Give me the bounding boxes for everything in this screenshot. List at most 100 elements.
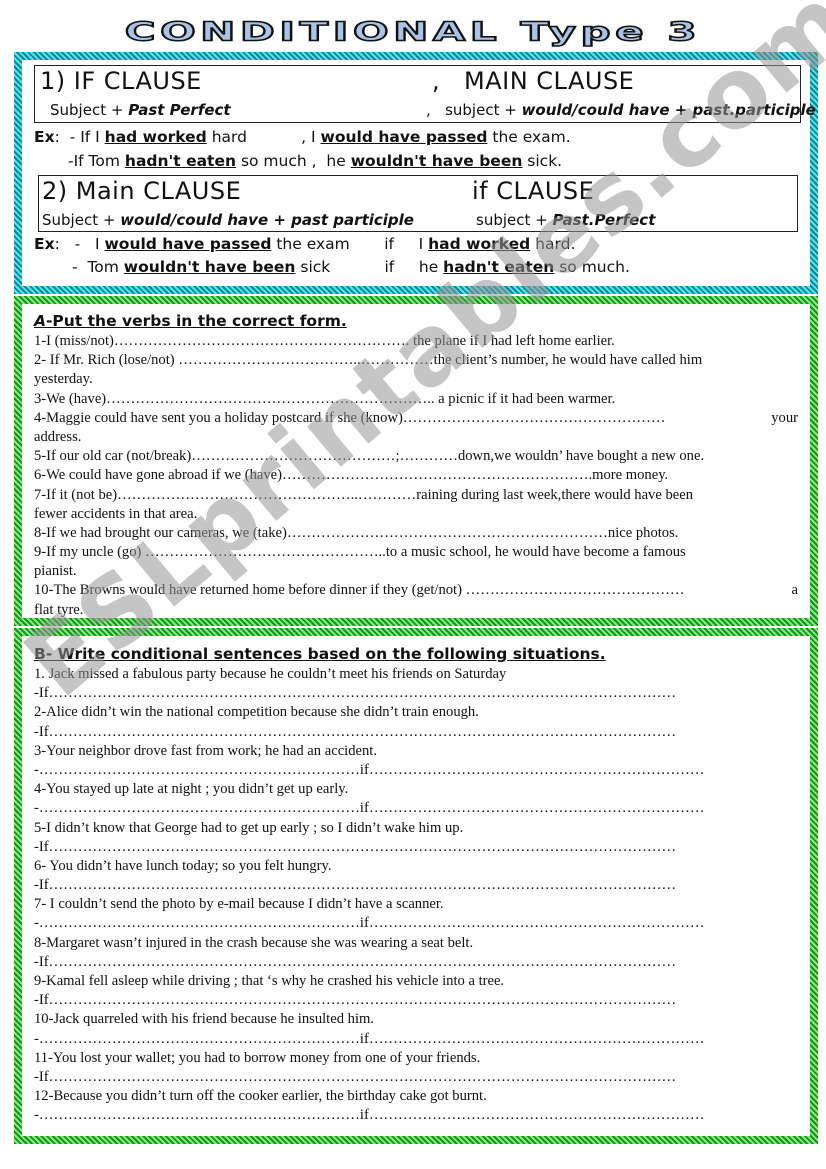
rule-1-comma: , <box>432 67 441 95</box>
exercise-a-line: yesterday. <box>34 370 798 389</box>
exercise-a-line-text: 1-I (miss/not)……………………………………………………. the … <box>34 333 615 349</box>
exercise-a-line: 5-If our old car (not/break)………………………………… <box>34 447 798 466</box>
exercise-b-answer-line[interactable]: -If…………………………………………………………………………………………………… <box>34 876 798 895</box>
rule-2-main-clause-heading: 2) Main CLAUSE <box>42 177 242 205</box>
exercise-a-line: 3-We (have)………………………………………………………….. a pi… <box>34 390 798 409</box>
exercise-a-line: 10-The Browns would have returned home b… <box>34 581 798 600</box>
exercise-b-answer-line[interactable]: -If…………………………………………………………………………………………………… <box>34 684 798 703</box>
exercise-a-line-end: your <box>771 409 798 426</box>
exercise-a-line-text: 6-We could have gone abroad if we (have)… <box>34 467 669 484</box>
example-label: Ex <box>34 235 55 253</box>
exercise-b-prompt: 3-Your neighbor drove fast from work; he… <box>34 742 377 759</box>
exercise-a-line-text: 9-If my uncle (go) …………………………………………..to … <box>34 544 686 561</box>
text: so much , he <box>236 152 351 170</box>
exercise-a-line-text: address. <box>34 428 82 445</box>
exercise-a-instruction: -Put the verbs in the correct form. <box>46 312 347 330</box>
exercise-a-line: 4-Maggie could have sent you a holiday p… <box>34 409 798 428</box>
text: hard. <box>530 235 576 253</box>
exercise-b-prompt: 7- I couldn’t send the photo by e-mail b… <box>34 896 444 913</box>
exercise-b-answer-line[interactable]: -If…………………………………………………………………………………………………… <box>34 953 798 972</box>
verb-highlight: would have passed <box>320 128 488 146</box>
rule-1-main-clause-heading: MAIN CLAUSE <box>464 67 635 95</box>
verb-highlight: would have passed <box>104 235 272 253</box>
rule-1-if-structure: Subject + Past Perfect <box>50 101 231 119</box>
exercise-a-line: address. <box>34 428 798 447</box>
exercise-a-line: fewer accidents in that area. <box>34 505 798 524</box>
exercise-b-prompt: 8-Margaret wasn’t injured in the crash b… <box>34 934 474 951</box>
exercise-b-prompt: 11-You lost your wallet; you had to borr… <box>34 1049 481 1066</box>
exercise-a-lines: 1-I (miss/not)……………………………………………………. the … <box>34 332 798 620</box>
rule-1-main-structure-comma: , <box>426 101 431 119</box>
exercise-b-lines: 1. Jack missed a fabulous party because … <box>34 665 798 1126</box>
exercise-b-prompt: 5-I didn’t know that George had to get u… <box>34 819 464 836</box>
exercise-a-line-text: fewer accidents in that area. <box>34 505 198 522</box>
text: : - I <box>54 235 105 253</box>
exercise-a-line: flat tyre. <box>34 601 798 620</box>
text: so much. <box>554 258 630 276</box>
exercise-a-line: 1-I (miss/not)……………………………………………………. the … <box>34 332 798 351</box>
exercise-b-answer-line[interactable]: -…………………………………………………………if………………………………………… <box>34 1106 798 1125</box>
text: sick. <box>522 152 563 170</box>
verb-highlight: hadn't eaten <box>124 152 237 170</box>
rule-1-if-structure-tense: Past Perfect <box>128 101 231 119</box>
rule-1-if-clause-heading: 1) IF CLAUSE <box>40 67 202 95</box>
exercise-b-answer-line[interactable]: -If…………………………………………………………………………………………………… <box>34 991 798 1010</box>
example-2-line-1: Ex: - I would have passed the exam if I … <box>34 235 575 253</box>
exercise-a-line-text: 10-The Browns would have returned home b… <box>34 582 685 599</box>
verb-highlight: hadn't eaten <box>443 258 555 276</box>
example-label: Ex <box>34 128 55 146</box>
exercise-a-line-text: 8-If we had brought our cameras, we (tak… <box>34 524 679 541</box>
rule-2-if-structure-plain: subject + <box>476 211 553 229</box>
exercise-b-prompt: 12-Because you didn’t turn off the cooke… <box>34 1088 487 1105</box>
exercise-a-line-text: 3-We (have)………………………………………………………….. a pi… <box>34 390 616 407</box>
exercise-a-title: A-Put the verbs in the correct form. <box>34 312 347 330</box>
text: : - If I <box>54 128 105 146</box>
rule-2-main-structure: Subject + would/could have + past partic… <box>42 211 414 229</box>
rule-2-if-structure-tense: Past.Perfect <box>552 211 656 229</box>
exercise-b-answer-line[interactable]: -If…………………………………………………………………………………………………… <box>34 723 798 742</box>
exercise-b-answer-line[interactable]: -…………………………………………………………if………………………………………… <box>34 761 798 780</box>
rule-2-if-structure: subject + Past.Perfect <box>476 211 655 229</box>
rule-1-main-structure-tense: would/could have + past.participle <box>521 101 816 119</box>
example-1-line-2: -If Tom hadn't eaten so much , he wouldn… <box>68 152 562 170</box>
text: - Tom <box>72 258 124 276</box>
example-1-line-1: Ex: - If I had worked hard , I would hav… <box>34 128 571 146</box>
exercise-a-line-text: 7-If it (not be)…………………………………………..…………ra… <box>34 486 694 503</box>
rule-1-main-structure-plain: subject + <box>445 101 522 119</box>
exercise-b-prompt: 10-Jack quarreled with his friend becaus… <box>34 1011 375 1028</box>
exercise-a-line: 7-If it (not be)…………………………………………..…………ra… <box>34 486 798 505</box>
exercise-b-answer-line[interactable]: -…………………………………………………………if………………………………………… <box>34 1030 798 1049</box>
worksheet-title-wrap: CONDITIONAL Type 3 <box>0 14 826 54</box>
exercise-b-prompt: 4-You stayed up late at night ; you didn… <box>34 781 349 798</box>
verb-highlight: wouldn't have been <box>350 152 523 170</box>
exercise-b-prompt: 9-Kamal fell asleep while driving ; that… <box>34 973 505 989</box>
exercise-a-line: 8-If we had brought our cameras, we (tak… <box>34 524 798 543</box>
verb-highlight: had worked <box>104 128 207 146</box>
exercise-a-line-text: 5-If our old car (not/break)………………………………… <box>34 448 705 465</box>
text: -If Tom <box>68 152 125 170</box>
exercise-a-letter: A <box>34 312 46 330</box>
rule-1-if-structure-plain: Subject + <box>50 101 129 119</box>
exercise-a-line: 6-We could have gone abroad if we (have)… <box>34 466 798 485</box>
exercise-b-prompt: 1. Jack missed a fabulous party because … <box>34 666 507 682</box>
text: hard , I <box>206 128 321 146</box>
rule-2-if-clause-heading: if CLAUSE <box>472 177 595 205</box>
rule-2-main-structure-tense: would/could have + past participle <box>120 211 414 229</box>
text: sick if he <box>295 258 444 276</box>
text: the exam. <box>487 128 571 146</box>
exercise-a-line-text: 4-Maggie could have sent you a holiday p… <box>34 409 666 426</box>
exercise-b-answer-line[interactable]: -…………………………………………………………if………………………………………… <box>34 914 798 933</box>
rule-1-main-structure: , subject + would/could have + past.part… <box>426 101 816 119</box>
exercise-b-answer-line[interactable]: -If…………………………………………………………………………………………………… <box>34 838 798 857</box>
exercise-b-answer-line[interactable]: -If…………………………………………………………………………………………………… <box>34 1068 798 1087</box>
exercise-b-prompt: 6- You didn’t have lunch today; so you f… <box>34 857 332 874</box>
exercise-b-prompt: 2-Alice didn’t win the national competit… <box>34 704 479 721</box>
exercise-a-line-end: a <box>791 582 798 599</box>
exercise-b-answer-line[interactable]: -…………………………………………………………if………………………………………… <box>34 799 798 818</box>
text: the exam if I <box>271 235 429 253</box>
exercise-a-line: 9-If my uncle (go) …………………………………………..to … <box>34 543 798 562</box>
verb-highlight: had worked <box>428 235 531 253</box>
exercise-a-line-text: 2- If Mr. Rich (lose/not) ………………………………..… <box>34 352 703 369</box>
exercise-a-line-text: pianist. <box>34 563 77 580</box>
exercise-b-title: B- Write conditional sentences based on … <box>34 645 606 663</box>
